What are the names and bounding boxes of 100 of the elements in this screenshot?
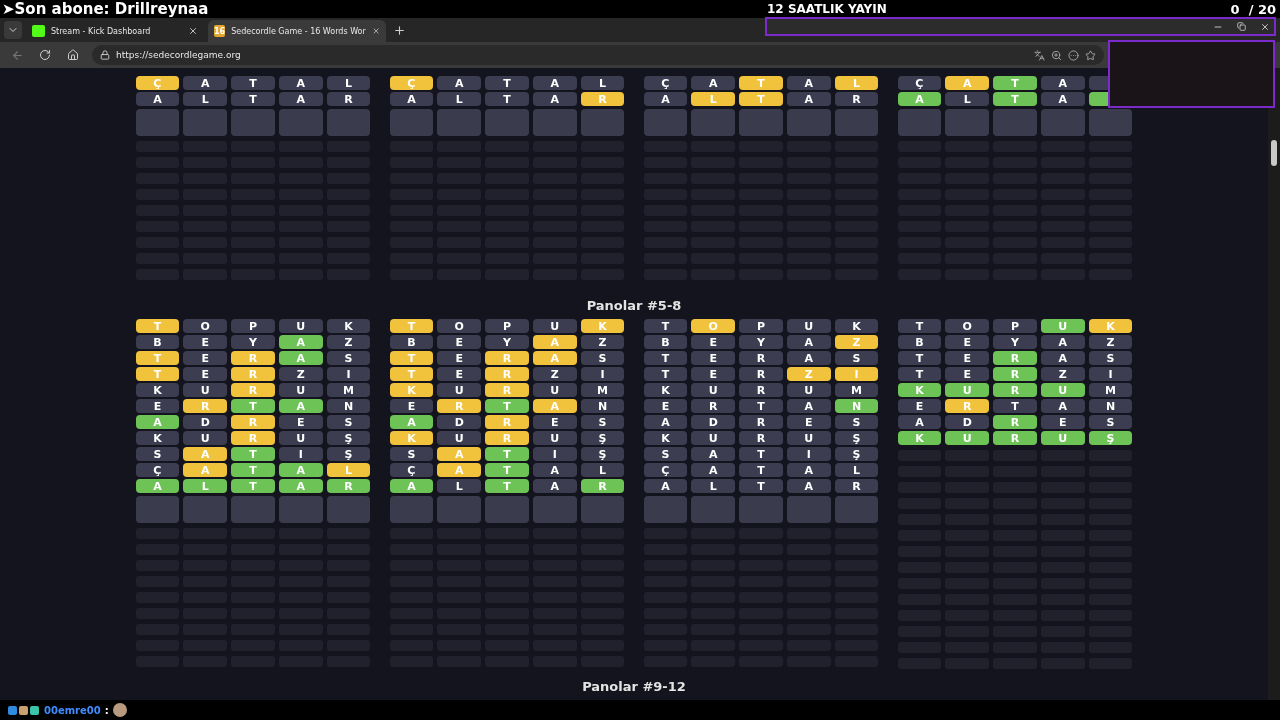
letter-tile: S (834, 351, 879, 365)
reload-icon[interactable] (39, 49, 51, 61)
input-tile[interactable] (326, 496, 371, 523)
letter-tile: S (1088, 351, 1133, 365)
close-icon[interactable] (1260, 21, 1270, 32)
letter-tile: R (326, 92, 371, 106)
restore-icon[interactable] (1237, 22, 1246, 31)
star-icon[interactable] (1085, 49, 1096, 61)
letter-tile: U (786, 319, 831, 333)
letter-tile: T (993, 399, 1037, 413)
letter-tile: A (691, 447, 736, 461)
input-tile[interactable] (485, 109, 529, 136)
input-tile[interactable] (1040, 109, 1085, 136)
input-tile[interactable] (643, 496, 688, 523)
input-tile[interactable] (183, 109, 228, 136)
favicon-icon: 16 (214, 25, 226, 37)
letter-tile: Ş (580, 447, 625, 461)
close-icon[interactable] (188, 26, 198, 36)
input-tile[interactable] (231, 496, 275, 523)
letter-tile: S (135, 447, 180, 461)
letter-tile: A (532, 463, 577, 477)
more-icon[interactable] (1068, 49, 1079, 61)
letter-tile: R (231, 415, 275, 429)
input-tile[interactable] (183, 496, 228, 523)
letter-tile: U (1040, 319, 1085, 333)
input-tile[interactable] (691, 496, 736, 523)
home-icon[interactable] (67, 49, 79, 61)
letter-tile: P (485, 319, 529, 333)
input-tile[interactable] (326, 109, 371, 136)
letter-tile: Ç (643, 76, 688, 90)
input-tile[interactable] (135, 496, 180, 523)
letter-tile: A (786, 463, 831, 477)
input-tile[interactable] (231, 109, 275, 136)
input-tile[interactable] (739, 109, 783, 136)
letter-tile: A (278, 92, 323, 106)
translate-icon[interactable] (1034, 49, 1045, 61)
letter-tile: A (643, 92, 688, 106)
letter-tile: T (389, 319, 434, 333)
input-tile[interactable] (278, 496, 323, 523)
letter-tile: S (580, 351, 625, 365)
input-tile[interactable] (786, 109, 831, 136)
input-tile[interactable] (834, 496, 879, 523)
letter-tile: T (643, 351, 688, 365)
zoom-icon[interactable] (1051, 49, 1062, 61)
letter-tile: D (945, 415, 990, 429)
stream-title: 12 SAATLIK YAYIN (767, 2, 887, 16)
letter-tile: R (993, 351, 1037, 365)
letter-tile: L (691, 479, 736, 493)
input-tile[interactable] (437, 496, 482, 523)
letter-tile: A (135, 415, 180, 429)
letter-tile: R (739, 383, 783, 397)
letter-tile: A (532, 335, 577, 349)
letter-tile: T (739, 447, 783, 461)
section-heading: Panolar #5-8 (586, 297, 682, 315)
letter-tile: R (993, 383, 1037, 397)
letter-tile: U (691, 431, 736, 445)
input-tile[interactable] (485, 496, 529, 523)
input-tile[interactable] (1088, 109, 1133, 136)
browser-tab[interactable]: Stream - Kick Dashboard (26, 20, 204, 42)
letter-tile: T (643, 319, 688, 333)
input-tile[interactable] (580, 496, 625, 523)
letter-tile: R (326, 479, 371, 493)
letter-tile: T (231, 92, 275, 106)
input-tile[interactable] (389, 496, 434, 523)
input-tile[interactable] (993, 109, 1037, 136)
letter-tile: A (389, 92, 434, 106)
scrollbar[interactable] (1268, 68, 1280, 700)
letter-tile: A (786, 351, 831, 365)
scrollbar-thumb[interactable] (1271, 140, 1277, 166)
letter-tile: Ş (1088, 431, 1133, 445)
input-tile[interactable] (580, 109, 625, 136)
address-field[interactable]: https://sedecordlegame.org (92, 45, 1104, 65)
input-tile[interactable] (786, 496, 831, 523)
letter-tile: T (485, 463, 529, 477)
close-icon[interactable] (371, 26, 380, 36)
input-tile[interactable] (691, 109, 736, 136)
letter-tile: T (231, 76, 275, 90)
input-tile[interactable] (532, 109, 577, 136)
letter-tile: U (1040, 383, 1085, 397)
letter-tile: E (437, 351, 482, 365)
tab-list-button[interactable] (4, 21, 22, 39)
back-icon[interactable] (10, 48, 24, 62)
letter-tile: U (437, 431, 482, 445)
new-tab-icon[interactable] (392, 23, 406, 37)
input-tile[interactable] (437, 109, 482, 136)
letter-tile: I (532, 447, 577, 461)
letter-tile: A (183, 463, 228, 477)
input-tile[interactable] (739, 496, 783, 523)
letter-tile: P (993, 319, 1037, 333)
input-tile[interactable] (643, 109, 688, 136)
input-tile[interactable] (278, 109, 323, 136)
letter-tile: Z (1040, 367, 1085, 381)
input-tile[interactable] (389, 109, 434, 136)
browser-tab[interactable]: 16 Sedecordle Game - 16 Words Wor (208, 20, 386, 42)
input-tile[interactable] (897, 109, 942, 136)
input-tile[interactable] (945, 109, 990, 136)
letter-tile: Ç (389, 463, 434, 477)
input-tile[interactable] (834, 109, 879, 136)
input-tile[interactable] (532, 496, 577, 523)
input-tile[interactable] (135, 109, 180, 136)
